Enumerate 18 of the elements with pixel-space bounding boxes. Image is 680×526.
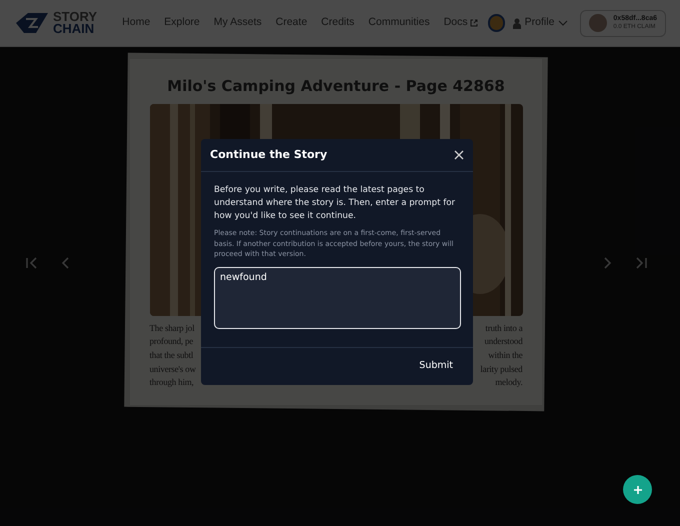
story-text: The sharp jol [150, 322, 194, 335]
story-text: melody. [495, 376, 522, 390]
story-text: within the [488, 348, 522, 362]
story-text: that the subtl [150, 348, 194, 362]
logo-wordmark: CHAIN [53, 23, 94, 35]
submit-button[interactable]: Submit [419, 359, 453, 374]
story-text: through him, [150, 376, 194, 390]
page-title: Milo's Camping Adventure - Page 42868 [167, 76, 505, 97]
dialog-instructions: Before you write, please read the latest pages to understand where the story is. Then, enter a prompt for how you'd like to see it continue. [214, 184, 456, 223]
story-text: truth into a [485, 322, 522, 334]
story-text: universe's ow [150, 362, 196, 376]
dialog-title: Continue the Story [210, 146, 328, 163]
plus-icon [632, 484, 642, 494]
story-text: understood [484, 335, 522, 348]
story-text: larity pulsed [480, 362, 522, 376]
close-button[interactable] [454, 150, 464, 160]
prompt-input-field[interactable]: newfound [214, 266, 461, 329]
story-text: profound, pe [150, 335, 194, 348]
